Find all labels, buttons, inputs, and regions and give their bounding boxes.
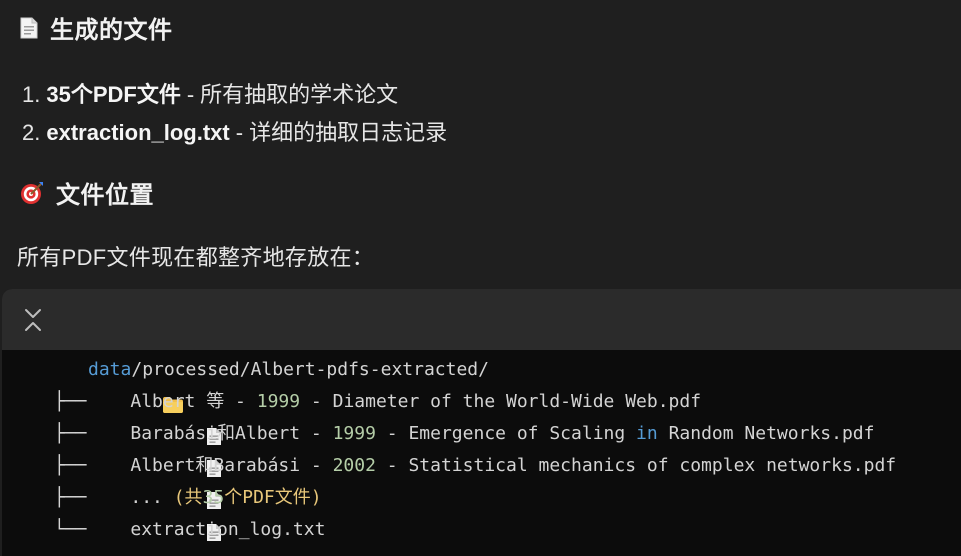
- list-item: 1. 35个PDF文件 - 所有抽取的学术论文: [22, 76, 447, 114]
- chat-message: 生成的文件 1. 35个PDF文件 - 所有抽取的学术论文 2. extract…: [0, 0, 961, 556]
- tree-branch: ├──: [54, 455, 98, 476]
- tree-branch: ├──: [54, 423, 98, 444]
- generated-files-list: 1. 35个PDF文件 - 所有抽取的学术论文 2. extraction_lo…: [22, 76, 447, 152]
- code-line-file: ├── Barabási和Albert - 1999 - Emergence o…: [2, 418, 961, 477]
- list-number: 2.: [22, 120, 41, 145]
- file-year: 2002: [332, 455, 376, 476]
- more-count: 35: [202, 487, 225, 508]
- code-block-header: [2, 289, 961, 350]
- file-keyword: in: [636, 423, 658, 444]
- code-line-folder: data/processed/Albert-pdfs-extracted/: [2, 354, 961, 413]
- tree-branch: ├──: [54, 391, 98, 412]
- code-line-more: ├── ... (共 35 个PDF文件): [2, 482, 961, 541]
- file-icon: [97, 425, 221, 477]
- list-item: 2. extraction_log.txt - 详细的抽取日志记录: [22, 114, 447, 152]
- tree-last: └──: [54, 519, 98, 540]
- tree-branch: ├──: [54, 487, 98, 508]
- file-title: - Statistical mechanics of complex netwo…: [375, 455, 897, 476]
- section-heading-file-location: 文件位置: [20, 175, 154, 210]
- list-item-desc: 所有抽取的学术论文: [200, 82, 399, 107]
- file-title-rest: Random Networks.pdf: [657, 423, 875, 444]
- code-block: data/processed/Albert-pdfs-extracted/ ├─…: [2, 289, 961, 556]
- file-year: 1999: [256, 391, 301, 412]
- code-content: data/processed/Albert-pdfs-extracted/ ├─…: [2, 350, 961, 556]
- more-label-rest: 个PDF文件): [224, 487, 322, 508]
- file-title: - Emergence of Scaling: [375, 423, 637, 444]
- target-icon: [20, 181, 44, 205]
- location-description: 所有PDF文件现在都整齐地存放在：: [17, 245, 375, 270]
- log-file-name: extraction_log.txt: [130, 519, 326, 540]
- more-dots: ...: [130, 487, 174, 508]
- file-author: Barabási和Albert -: [130, 423, 333, 444]
- list-item-separator: -: [235, 120, 244, 145]
- file-icon: [97, 393, 221, 445]
- folder-icon: [54, 361, 184, 413]
- more-label-open: (共: [173, 487, 203, 508]
- list-item-separator: -: [186, 82, 195, 107]
- section-title-text: 生成的文件: [50, 17, 173, 44]
- list-number: 1.: [22, 82, 41, 107]
- list-item-name: extraction_log.txt: [46, 120, 230, 145]
- file-icon: [97, 521, 217, 556]
- section-title-text: 文件位置: [56, 182, 154, 209]
- path-prefix: data: [88, 359, 132, 380]
- file-author: Albert 等 -: [130, 391, 257, 412]
- file-icon: [97, 489, 221, 541]
- list-item-name: 35个PDF文件: [46, 82, 181, 107]
- path-rest: /processed/Albert-pdfs-extracted/: [131, 359, 489, 380]
- list-item-desc: 详细的抽取日志记录: [249, 120, 448, 145]
- file-icon: [97, 457, 221, 509]
- file-title: - Diameter of the World-Wide Web.pdf: [300, 391, 702, 412]
- code-line-log: └── extraction_log.txt: [2, 514, 961, 556]
- document-icon: [20, 17, 38, 39]
- section-heading-generated-files: 生成的文件: [20, 10, 173, 45]
- code-line-file: ├── Albert和Barabási - 2002 - Statistical…: [2, 450, 961, 509]
- file-author: Albert和Barabási -: [130, 455, 333, 476]
- collapse-chevrons-icon[interactable]: [22, 307, 44, 333]
- code-line-file: ├── Albert 等 - 1999 - Diameter of the Wo…: [2, 386, 961, 445]
- file-year: 1999: [332, 423, 376, 444]
